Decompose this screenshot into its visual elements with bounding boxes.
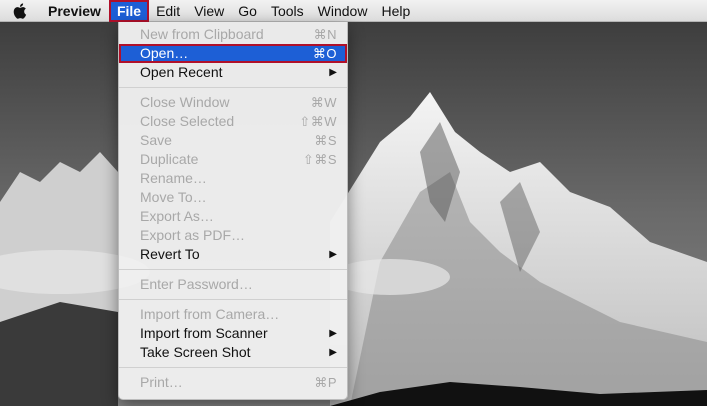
menu-item-close-window[interactable]: Close Window ⌘W [119,93,347,112]
menu-item-label: Revert To [140,246,200,262]
submenu-arrow-icon: ▶ [329,249,337,260]
menu-item-label: Open… [140,45,189,61]
menu-window[interactable]: Window [311,0,375,22]
apple-logo-icon[interactable] [0,0,40,22]
menu-go[interactable]: Go [231,0,264,22]
menu-item-duplicate[interactable]: Duplicate ⇧⌘S [119,150,347,169]
menu-view[interactable]: View [187,0,231,22]
menu-item-label: Move To… [140,189,207,205]
menu-item-label: Export as PDF… [140,227,246,243]
menu-item-close-selected[interactable]: Close Selected ⇧⌘W [119,112,347,131]
menu-item-take-screen-shot[interactable]: Take Screen Shot ▶ [119,343,347,362]
menu-item-save[interactable]: Save ⌘S [119,131,347,150]
menu-help[interactable]: Help [374,0,417,22]
mountain-landscape-image [0,22,707,406]
app-menu-preview[interactable]: Preview [40,0,109,22]
menu-item-import-from-camera[interactable]: Import from Camera… [119,305,347,324]
menu-item-label: Enter Password… [140,276,253,292]
menu-item-label: Print… [140,374,183,390]
menu-item-shortcut: ⌘N [313,27,337,42]
menu-item-move-to[interactable]: Move To… [119,188,347,207]
menu-item-open-recent[interactable]: Open Recent ▶ [119,63,347,82]
menu-item-rename[interactable]: Rename… [119,169,347,188]
menu-item-enter-password[interactable]: Enter Password… [119,275,347,294]
menu-bar: Preview File Edit View Go Tools Window H… [0,0,707,22]
menu-item-label: Close Window [140,94,230,110]
menu-item-new-from-clipboard[interactable]: New from Clipboard ⌘N [119,25,347,44]
menu-item-shortcut: ⇧⌘W [299,114,337,129]
menu-separator [119,299,347,300]
menu-item-label: Export As… [140,208,214,224]
menu-item-label: Duplicate [140,151,199,167]
menu-file[interactable]: File [108,0,150,22]
menu-item-export-as-pdf[interactable]: Export as PDF… [119,226,347,245]
menu-item-export-as[interactable]: Export As… [119,207,347,226]
menu-item-label: New from Clipboard [140,26,264,42]
submenu-arrow-icon: ▶ [329,347,337,358]
menu-separator [119,87,347,88]
menu-item-shortcut: ⇧⌘S [302,152,337,167]
menu-item-shortcut: ⌘W [310,95,337,110]
menu-item-label: Rename… [140,170,207,186]
menu-separator [119,269,347,270]
menu-item-label: Save [140,132,172,148]
menu-item-label: Open Recent [140,64,223,80]
submenu-arrow-icon: ▶ [329,67,337,78]
submenu-arrow-icon: ▶ [329,328,337,339]
menu-item-label: Close Selected [140,113,235,129]
menu-item-revert-to[interactable]: Revert To ▶ [119,245,347,264]
menu-item-print[interactable]: Print… ⌘P [119,373,347,392]
menu-item-shortcut: ⌘O [312,46,337,61]
menu-item-label: Take Screen Shot [140,344,251,360]
menu-item-import-from-scanner[interactable]: Import from Scanner ▶ [119,324,347,343]
menu-edit[interactable]: Edit [149,0,187,22]
menu-separator [119,367,347,368]
desktop-wallpaper [0,22,707,406]
menu-item-label: Import from Camera… [140,306,280,322]
menu-item-open[interactable]: Open… ⌘O [119,44,347,63]
menu-tools[interactable]: Tools [264,0,311,22]
menu-item-label: Import from Scanner [140,325,268,341]
menu-item-shortcut: ⌘S [314,133,337,148]
menu-item-shortcut: ⌘P [314,375,337,390]
file-menu-dropdown: New from Clipboard ⌘N Open… ⌘O Open Rece… [118,22,348,400]
